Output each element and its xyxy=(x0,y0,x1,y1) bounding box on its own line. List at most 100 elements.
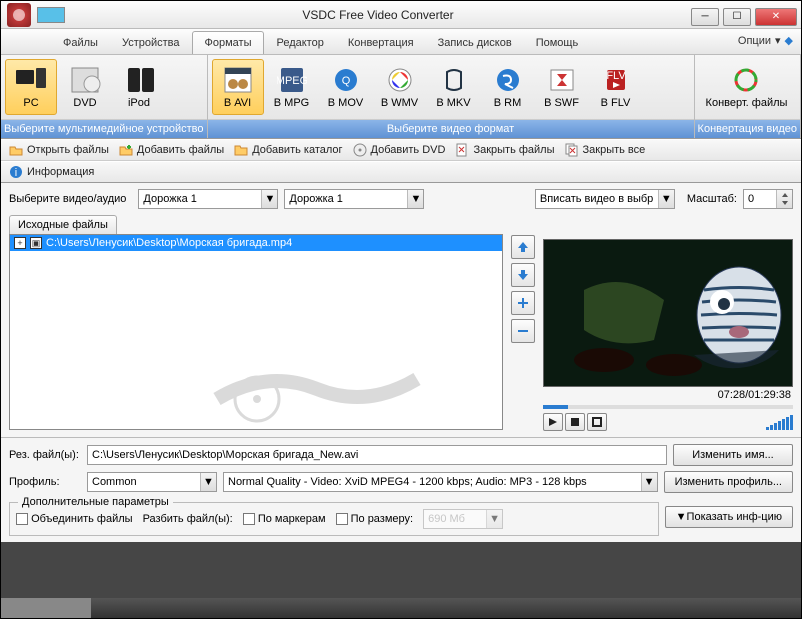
file-toolbar: Открыть файлы Добавить файлы Добавить ка… xyxy=(1,139,801,161)
by-markers-checkbox[interactable]: По маркерам xyxy=(243,513,326,525)
profile-preset-combo[interactable]: Common▼ xyxy=(87,472,217,492)
info-button[interactable]: iИнформация xyxy=(9,165,94,179)
maximize-button[interactable]: ☐ xyxy=(723,8,751,26)
device-dvd[interactable]: DVD xyxy=(59,59,111,115)
main-area: Выберите видео/аудио Дорожка 1▼ Дорожка … xyxy=(1,183,801,437)
output-section: Рез. файл(ы): C:\Users\Ленусик\Desktop\М… xyxy=(1,437,801,542)
show-info-button[interactable]: ▼ Показать инф-цию xyxy=(665,506,793,528)
format-mov[interactable]: QВ MOV xyxy=(320,59,372,115)
add-icon xyxy=(119,143,133,157)
convert-files-button[interactable]: Конверт. файлы xyxy=(699,59,795,115)
file-path: C:\Users\Ленусик\Desktop\Морская бригада… xyxy=(46,237,292,249)
svg-text:i: i xyxy=(15,167,17,179)
disc-icon xyxy=(353,143,367,157)
close-all-icon xyxy=(565,143,579,157)
add-folder-button[interactable]: Добавить каталог xyxy=(234,143,342,157)
svg-text:Q: Q xyxy=(341,75,350,87)
tab-files[interactable]: Файлы xyxy=(51,32,110,54)
close-files-button[interactable]: Закрыть файлы xyxy=(455,143,554,157)
close-button[interactable]: ✕ xyxy=(755,8,797,26)
tab-editor[interactable]: Редактор xyxy=(264,32,335,54)
rename-button[interactable]: Изменить имя... xyxy=(673,444,793,466)
formats-panel: В AVI MPEGВ MPG QВ MOV В WMV В MKV В RM … xyxy=(208,55,695,138)
tab-convert[interactable]: Конвертация xyxy=(336,32,426,54)
by-size-checkbox[interactable]: По размеру: xyxy=(336,513,414,525)
audio-track-combo[interactable]: Дорожка 1▼ xyxy=(284,189,424,209)
menu-bar: Файлы Устройства Форматы Редактор Конвер… xyxy=(1,29,801,55)
close-all-button[interactable]: Закрыть все xyxy=(565,143,646,157)
title-bar: VSDC Free Video Converter ─ ☐ ✕ xyxy=(1,1,801,29)
remove-button[interactable] xyxy=(511,319,535,343)
info-icon: i xyxy=(9,165,23,179)
profile-label: Профиль: xyxy=(9,476,81,488)
expand-icon[interactable]: + xyxy=(14,237,26,249)
tab-devices[interactable]: Устройства xyxy=(110,32,192,54)
volume-indicator[interactable] xyxy=(766,415,793,430)
folder-icon xyxy=(234,143,248,157)
format-flv[interactable]: FLVВ FLV xyxy=(590,59,642,115)
format-wmv[interactable]: В WMV xyxy=(374,59,426,115)
chevron-down-icon: ▼ xyxy=(407,190,423,208)
merge-checkbox[interactable]: Объединить файлы xyxy=(16,513,133,525)
svg-text:MPEG: MPEG xyxy=(277,75,307,87)
devices-caption: Выберите мультимедийное устройство xyxy=(1,119,207,138)
time-display: 07:28/01:29:38 xyxy=(543,387,793,403)
options-menu[interactable]: Опции▾◆ xyxy=(738,34,793,47)
video-file-icon: ▣ xyxy=(30,237,42,249)
video-track-combo[interactable]: Дорожка 1▼ xyxy=(138,189,278,209)
close-file-icon xyxy=(455,143,469,157)
result-file-label: Рез. файл(ы): xyxy=(9,449,81,461)
format-mpg[interactable]: MPEGВ MPG xyxy=(266,59,318,115)
devices-panel: PC DVD iPod Выберите мультимедийное устр… xyxy=(1,55,208,138)
folder-open-icon xyxy=(9,143,23,157)
convert-caption: Конвертация видео xyxy=(695,119,800,138)
tab-burn[interactable]: Запись дисков xyxy=(426,32,524,54)
file-row[interactable]: + ▣ C:\Users\Ленусик\Desktop\Морская бри… xyxy=(10,235,502,251)
av-select-label: Выберите видео/аудио xyxy=(9,193,126,205)
stop-button[interactable] xyxy=(565,413,585,431)
output-path-field[interactable]: C:\Users\Ленусик\Desktop\Морская бригада… xyxy=(87,445,667,465)
extra-legend: Дополнительные параметры xyxy=(18,496,173,508)
device-pc[interactable]: PC xyxy=(5,59,57,115)
add-dvd-button[interactable]: Добавить DVD xyxy=(353,143,446,157)
format-avi[interactable]: В AVI xyxy=(212,59,264,115)
film-reel-watermark xyxy=(207,359,427,429)
play-button[interactable] xyxy=(543,413,563,431)
add-files-button[interactable]: Добавить файлы xyxy=(119,143,224,157)
app-icon xyxy=(7,3,31,27)
info-toolbar: iИнформация xyxy=(1,161,801,183)
video-preview[interactable] xyxy=(543,239,793,387)
quick-access-button[interactable] xyxy=(37,7,65,23)
format-mkv[interactable]: В MKV xyxy=(428,59,480,115)
change-profile-button[interactable]: Изменить профиль... xyxy=(664,471,793,493)
status-bar xyxy=(1,598,801,618)
progress-bar[interactable] xyxy=(543,405,793,409)
device-ipod[interactable]: iPod xyxy=(113,59,165,115)
svg-text:FLV: FLV xyxy=(606,70,626,82)
chevron-down-icon: ▾ xyxy=(775,34,781,47)
fullscreen-button[interactable] xyxy=(587,413,607,431)
format-swf[interactable]: В SWF xyxy=(536,59,588,115)
source-files-tab[interactable]: Исходные файлы xyxy=(9,215,117,234)
fit-combo[interactable]: Вписать видео в выбр▼ xyxy=(535,189,675,209)
convert-panel: Конверт. файлы Конвертация видео xyxy=(695,55,801,138)
minimize-button[interactable]: ─ xyxy=(691,8,719,26)
profile-quality-combo[interactable]: Normal Quality - Video: XviD MPEG4 - 120… xyxy=(223,472,658,492)
formats-caption: Выберите видео формат xyxy=(208,119,694,138)
tab-formats[interactable]: Форматы xyxy=(192,31,265,54)
open-files-button[interactable]: Открыть файлы xyxy=(9,143,109,157)
extra-params-fieldset: Дополнительные параметры Объединить файл… xyxy=(9,502,659,536)
move-down-button[interactable] xyxy=(511,263,535,287)
ribbon: PC DVD iPod Выберите мультимедийное устр… xyxy=(1,55,801,139)
window-title: VSDC Free Video Converter xyxy=(65,8,691,22)
chevron-down-icon: ▼ xyxy=(658,190,674,208)
format-rm[interactable]: В RM xyxy=(482,59,534,115)
tab-help[interactable]: Помощь xyxy=(524,32,591,54)
add-button[interactable] xyxy=(511,291,535,315)
file-list[interactable]: + ▣ C:\Users\Ленусик\Desktop\Морская бри… xyxy=(9,234,503,430)
list-controls xyxy=(511,235,535,431)
zoom-spinner[interactable]: 0 xyxy=(743,189,793,209)
split-size-combo: 690 Мб▼ xyxy=(423,509,503,529)
move-up-button[interactable] xyxy=(511,235,535,259)
zoom-label: Масштаб: xyxy=(687,193,737,205)
